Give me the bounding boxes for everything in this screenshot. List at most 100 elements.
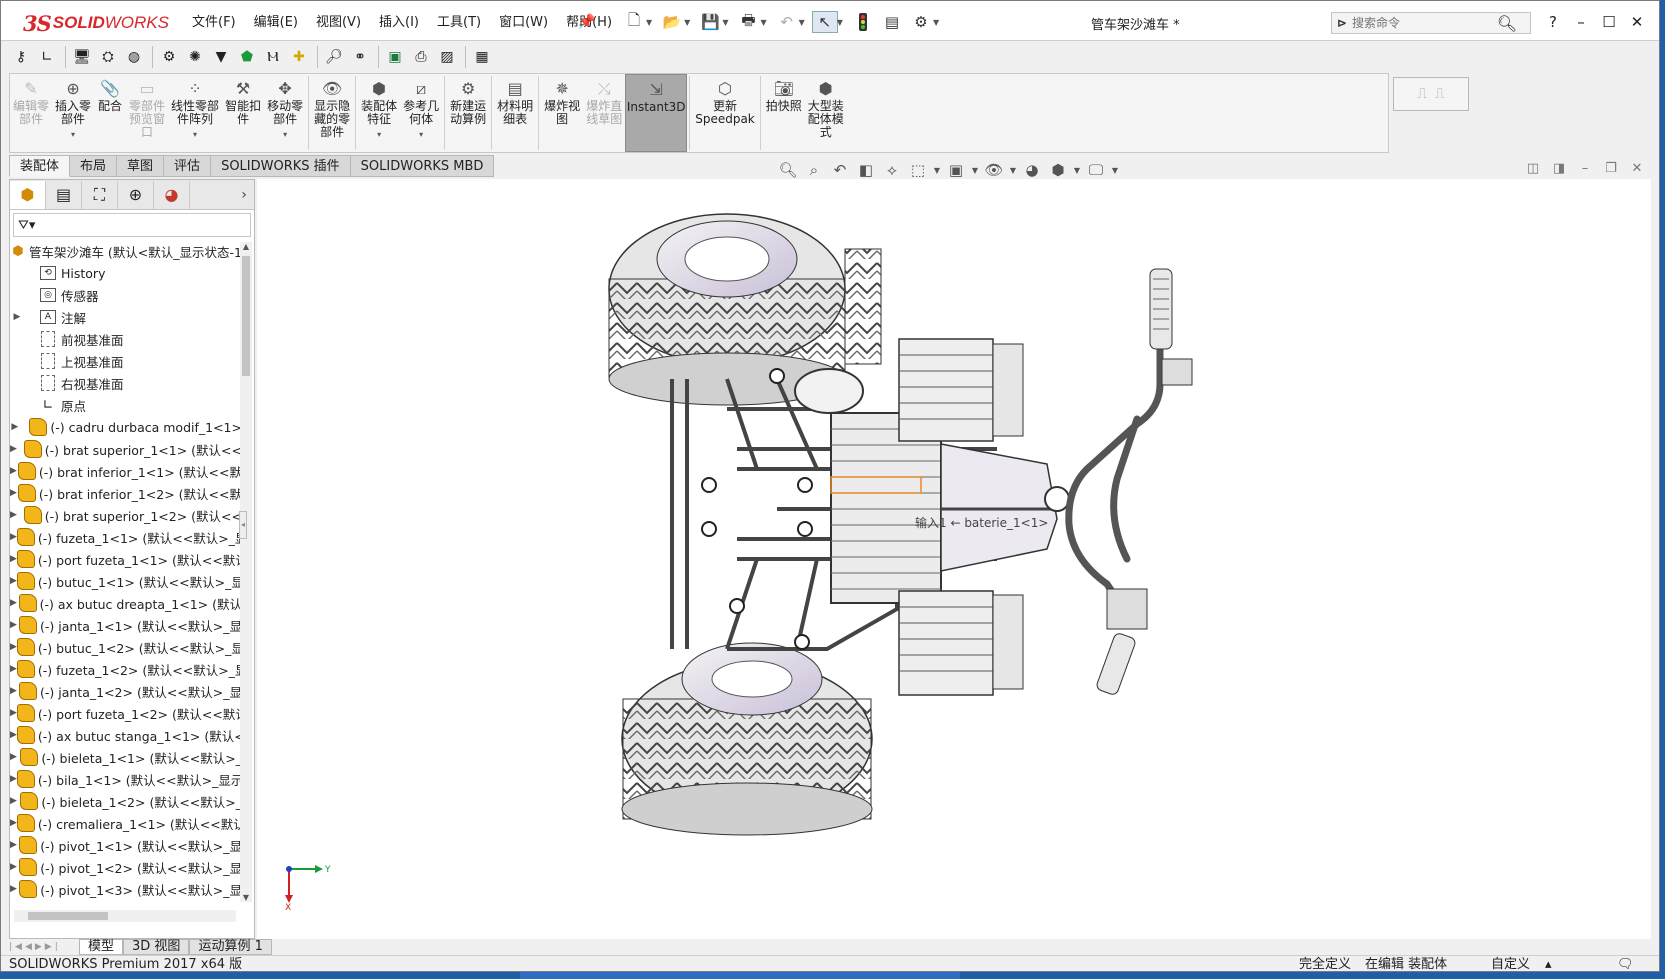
tree-component-row[interactable]: ▶ (-) butuc_1<1> (默认<<默认>_显 — [10, 570, 242, 592]
tree-component-row[interactable]: ▶ (-) port fuzeta_1<1> (默认<<默认 — [10, 548, 242, 570]
zoom-to-fit-icon[interactable]: 🔍︎ — [777, 159, 799, 181]
save-dropdown-icon[interactable]: ▼ — [722, 18, 728, 27]
reference-geometry-button[interactable]: ⧄ 参考几 何体 ▾ — [400, 74, 442, 152]
viewport-close-icon[interactable]: ✕ — [1627, 161, 1647, 176]
expand-arrow-icon[interactable]: ▶ — [10, 664, 17, 674]
undo-dropdown-icon[interactable]: ▼ — [799, 18, 805, 27]
rear-wheel-bottom[interactable] — [898, 590, 1024, 696]
mate-button[interactable]: 📎 配合 — [94, 74, 126, 152]
expand-arrow-icon[interactable]: ▶ — [10, 598, 17, 608]
expand-arrow-icon[interactable]: ▶ — [10, 576, 17, 586]
menu-tools[interactable]: 工具(T) — [428, 14, 490, 34]
expand-arrow-icon[interactable]: ▶ — [10, 752, 17, 762]
menu-window[interactable]: 窗口(W) — [490, 14, 557, 34]
expand-arrow-icon[interactable]: ▶ — [10, 554, 17, 564]
funnel-icon[interactable]: ▼ — [209, 45, 233, 69]
find-icon[interactable]: 🔎︎ — [322, 45, 346, 69]
tree-component-row[interactable]: ▶ (-) pivot_1<1> (默认<<默认>_显 — [10, 834, 242, 856]
expand-arrow-icon[interactable]: ▶ — [10, 444, 17, 454]
filter-funnel-icon[interactable]: ⛛▾ — [18, 218, 35, 233]
minimize-icon[interactable]: – — [1567, 11, 1595, 33]
smart-fastener-button[interactable]: ⚒ 智能扣 件 — [222, 74, 264, 152]
dynamic-annotation-icon[interactable]: ⟡ — [881, 159, 903, 181]
binoculars-icon[interactable]: ⚭ — [348, 45, 372, 69]
document-info-icon[interactable]: ▦ — [470, 45, 494, 69]
print-icon[interactable]: 🖶 — [735, 11, 761, 33]
undo-icon[interactable]: ↶ — [774, 11, 800, 33]
menu-insert[interactable]: 插入(I) — [370, 14, 428, 34]
linear-pattern-button[interactable]: ⁘ 线性零部 件阵列 ▾ — [168, 74, 222, 152]
magnifier-icon[interactable]: 🔍︎ — [1492, 14, 1522, 33]
property-manager-tab-icon[interactable]: ▤ — [46, 180, 82, 209]
tab-evaluate[interactable]: 评估 — [164, 155, 212, 177]
tree-item-front-plane[interactable]: 前视基准面 — [10, 328, 242, 350]
file-properties-icon[interactable]: ▤ — [879, 11, 905, 33]
tab-layout[interactable]: 布局 — [70, 155, 118, 177]
tree-component-row[interactable]: ▶ (-) cadru durbaca modif_1<1> — [10, 416, 242, 438]
show-hidden-components-button[interactable]: 👁 显示隐 藏的零 部件 — [311, 74, 353, 152]
tree-component-row[interactable]: ▶ (-) bieleta_1<1> (默认<<默认>_ — [10, 746, 242, 768]
plus-yellow-icon[interactable]: ✚ — [287, 45, 311, 69]
expand-arrow-icon[interactable]: ▶ — [10, 466, 17, 476]
expand-arrow-icon[interactable]: ▶ — [10, 818, 17, 828]
expand-arrow-icon[interactable]: ▶ — [10, 840, 17, 850]
exploded-view-button[interactable]: ✵ 爆炸视 图 — [541, 74, 583, 152]
graphics-area[interactable]: 输入1 ← baterie_1<1> — [257, 179, 1651, 939]
expand-arrow-icon[interactable]: ▶ — [10, 620, 17, 630]
step-up-icon[interactable]: ⎍ — [1417, 86, 1427, 102]
hide-show-dropdown-icon[interactable]: ▼ — [1009, 159, 1017, 181]
tree-component-row[interactable]: ▶ (-) pivot_1<3> (默认<<默认>_显 — [10, 878, 242, 900]
insert-component-button[interactable]: ⊕ 插入零 部件 ▾ — [52, 74, 94, 152]
viewport-right-icon[interactable]: ◨ — [1549, 161, 1569, 176]
handlebar-grips[interactable] — [1095, 268, 1193, 696]
select-dropdown-icon[interactable]: ▼ — [837, 18, 843, 27]
gear-settings-icon[interactable]: ⚙ — [157, 45, 181, 69]
tab-motion-study-1[interactable]: 运动算例 1 — [189, 939, 272, 955]
cog-blue-icon[interactable]: ✺ — [183, 45, 207, 69]
viewport-restore-icon[interactable]: ❐ — [1601, 161, 1621, 176]
tree-component-row[interactable]: ▶ (-) ax butuc dreapta_1<1> (默认 — [10, 592, 242, 614]
tree-item-top-plane[interactable]: 上视基准面 — [10, 350, 242, 372]
open-icon[interactable]: 📂 — [659, 11, 685, 33]
expand-arrow-icon[interactable]: ▶ — [10, 708, 17, 718]
edit-component-button[interactable]: ✎ 编辑零 部件 — [10, 74, 52, 152]
tree-component-row[interactable]: ▶ (-) janta_1<2> (默认<<默认>_显 — [10, 680, 242, 702]
select-pointer-icon[interactable]: ↖ — [811, 11, 838, 33]
tree-root-assembly[interactable]: ⬢ 管车架沙滩车 (默认<默认_显示状态-1 — [10, 240, 242, 262]
expand-arrow-icon[interactable]: ▶ — [10, 774, 17, 784]
status-chat-icon[interactable]: 🗨 — [1617, 956, 1634, 971]
dimxpert-tab-icon[interactable]: ⊕ — [118, 180, 154, 209]
scroll-thumb[interactable] — [242, 256, 250, 376]
expand-arrow-icon[interactable]: ▶ — [10, 642, 17, 652]
rear-wheel-top[interactable] — [898, 338, 1024, 442]
print-dropdown-icon[interactable]: ▼ — [760, 18, 766, 27]
explode-line-sketch-button[interactable]: ⤯ 爆炸直 线草图 — [583, 74, 625, 152]
waveform-icon[interactable]: Ⲙ — [261, 45, 285, 69]
units-dropdown-icon[interactable]: ▴ — [1545, 956, 1552, 971]
menu-view[interactable]: 视图(V) — [307, 14, 370, 34]
search-commands-icon[interactable]: ⊳ — [1332, 16, 1352, 30]
solidworks-logo[interactable]: 3S SOLIDWORKS — [23, 9, 169, 37]
save-icon[interactable]: 💾 — [697, 11, 723, 33]
new-document-icon[interactable]: 🗋 — [621, 11, 647, 33]
viewport-minimize-icon[interactable]: – — [1575, 161, 1595, 176]
globe-icon[interactable]: ◍ — [122, 45, 146, 69]
tab-3d-views[interactable]: 3D 视图 — [123, 939, 190, 955]
tree-item-right-plane[interactable]: 右视基准面 — [10, 372, 242, 394]
scene-dropdown-icon[interactable]: ▼ — [1073, 159, 1081, 181]
tab-addins[interactable]: SOLIDWORKS 插件 — [211, 155, 351, 177]
update-speedpak-button[interactable]: ⬡ 更新 Speedpak — [692, 74, 758, 152]
instant3d-button[interactable]: ⇲ Instant3D — [625, 74, 688, 152]
shield-green-icon[interactable]: ⬟ — [235, 45, 259, 69]
scroll-up-icon[interactable]: ▲ — [240, 242, 252, 251]
expand-arrow-icon[interactable]: ▶ — [10, 422, 20, 432]
tree-component-row[interactable]: ▶ (-) port fuzeta_1<2> (默认<<默认 — [10, 702, 242, 724]
rear-swingarm[interactable] — [940, 443, 1070, 572]
step-wave-icon[interactable]: ⎍ — [1435, 86, 1445, 102]
network-icon[interactable]: ⛭ — [96, 45, 120, 69]
search-input[interactable] — [1352, 16, 1492, 30]
options-gear-icon[interactable]: ⚙ — [908, 11, 934, 33]
tree-component-row[interactable]: ▶ (-) brat inferior_1<1> (默认<<默 — [10, 460, 242, 482]
print-preview-icon[interactable]: ⎙ — [409, 45, 433, 69]
panel-splitter-handle[interactable]: ◂ — [239, 511, 247, 539]
